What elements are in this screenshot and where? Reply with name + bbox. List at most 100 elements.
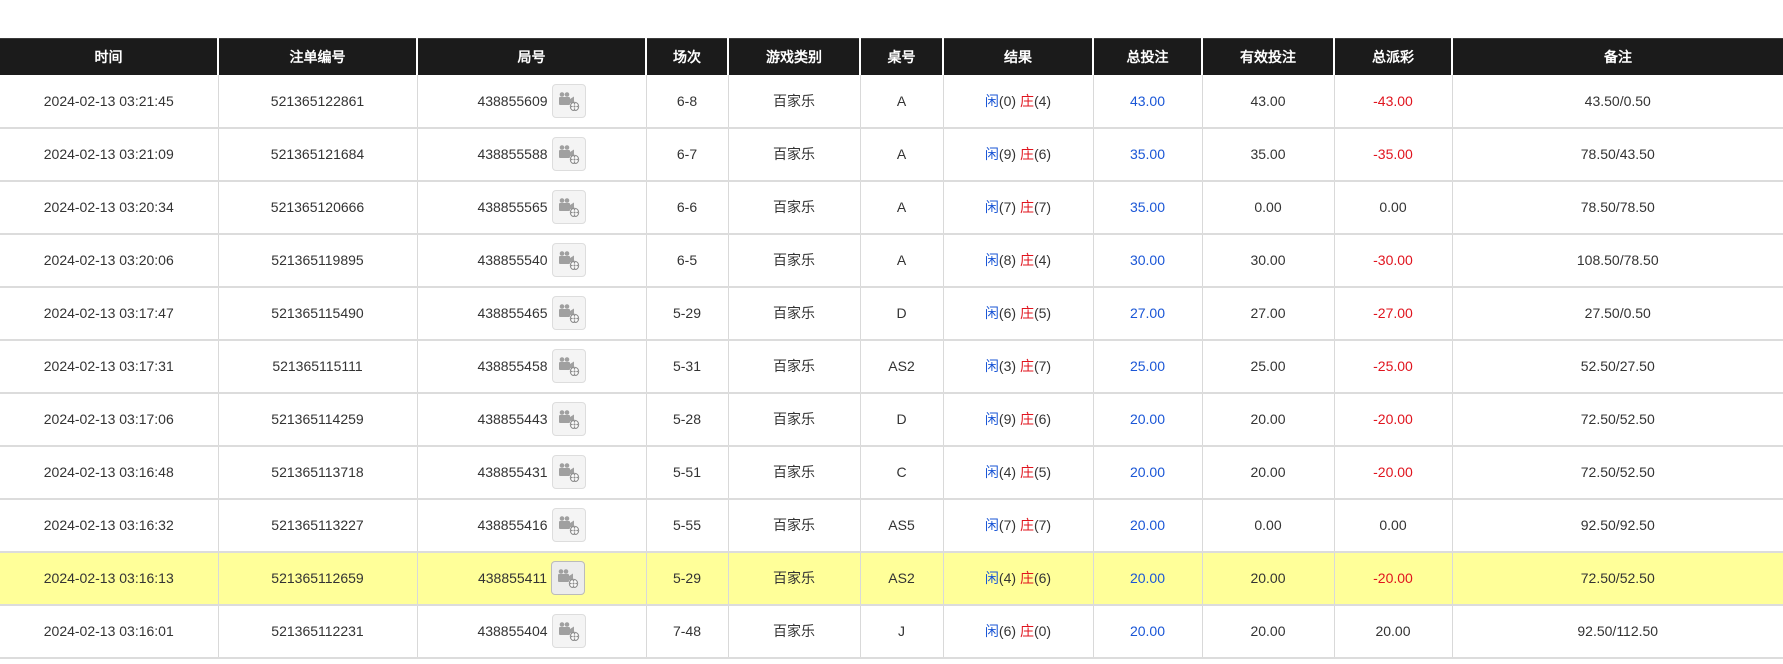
cell-total-bet: 20.00 xyxy=(1092,498,1202,553)
replay-button[interactable] xyxy=(551,296,586,330)
cell-round: 438855540 xyxy=(416,233,646,288)
cell-bet-id: 521365122861 xyxy=(217,74,417,129)
column-header-total-bet: 总投注 xyxy=(1092,38,1202,75)
banker-label: 庄 xyxy=(1019,199,1034,215)
cell-payout: -27.00 xyxy=(1333,286,1452,341)
cell-table: D xyxy=(859,392,943,447)
table-number-text: A xyxy=(896,92,907,109)
round-text: 438855609 xyxy=(477,92,548,109)
session-text: 5-29 xyxy=(672,305,702,321)
cell-time: 2024-02-13 03:21:45 xyxy=(0,74,218,129)
total-bet-text: 27.00 xyxy=(1129,305,1166,321)
video-camera-icon xyxy=(558,622,579,641)
total-bet-text: 20.00 xyxy=(1129,570,1166,586)
total-bet-text: 25.00 xyxy=(1129,358,1166,374)
payout-text: 0.00 xyxy=(1379,517,1407,533)
replay-button[interactable] xyxy=(551,508,586,542)
round-wrap: 438855588 xyxy=(477,137,586,171)
player-score: (6) xyxy=(998,305,1017,321)
player-score: (4) xyxy=(998,464,1017,480)
round-wrap: 438855465 xyxy=(477,296,586,330)
table-row: 2024-02-13 03:20:34 521365120666 4388555… xyxy=(0,180,1783,235)
session-text: 6-8 xyxy=(676,92,698,109)
replay-button[interactable] xyxy=(551,137,586,171)
replay-button[interactable] xyxy=(551,190,586,224)
cell-result: 闲(0) 庄(4) xyxy=(942,74,1093,129)
replay-button[interactable] xyxy=(551,455,586,489)
game-text: 百家乐 xyxy=(773,623,815,639)
session-text: 5-29 xyxy=(672,570,702,586)
cell-table: AS5 xyxy=(859,498,943,553)
column-header-bet-id: 注单编号 xyxy=(217,38,417,75)
banker-score: (5) xyxy=(1033,464,1052,480)
replay-button[interactable] xyxy=(551,561,586,595)
replay-button[interactable] xyxy=(551,402,586,436)
session-text: 5-55 xyxy=(672,517,702,533)
top-spacer xyxy=(0,0,1783,38)
total-bet-text: 20.00 xyxy=(1129,517,1166,533)
cell-game: 百家乐 xyxy=(727,74,860,129)
cell-session: 5-51 xyxy=(645,445,728,500)
video-camera-icon xyxy=(558,198,579,217)
table-row: 2024-02-13 03:17:47 521365115490 4388554… xyxy=(0,286,1783,341)
cell-result: 闲(4) 庄(6) xyxy=(942,551,1093,606)
valid-bet-text: 0.00 xyxy=(1254,199,1282,215)
cell-table: A xyxy=(859,233,943,288)
table-row: 2024-02-13 03:17:06 521365114259 4388554… xyxy=(0,392,1783,447)
cell-game: 百家乐 xyxy=(727,339,860,394)
banker-score: (7) xyxy=(1033,199,1052,215)
table-number-text: C xyxy=(896,464,907,480)
player-label: 闲 xyxy=(984,464,999,480)
cell-game: 百家乐 xyxy=(727,498,860,553)
cell-bet-id: 521365112659 xyxy=(217,551,417,606)
player-label: 闲 xyxy=(984,199,999,215)
cell-session: 6-5 xyxy=(645,233,728,288)
total-bet-text: 30.00 xyxy=(1129,252,1166,268)
banker-label: 庄 xyxy=(1019,411,1034,427)
cell-valid-bet: 20.00 xyxy=(1201,392,1334,447)
table-row: 2024-02-13 03:16:48 521365113718 4388554… xyxy=(0,445,1783,500)
table-number-text: AS2 xyxy=(888,570,915,586)
column-header-result: 结果 xyxy=(942,38,1093,75)
bet-id-text: 521365113227 xyxy=(271,517,364,533)
total-bet-text: 20.00 xyxy=(1129,623,1166,639)
replay-button[interactable] xyxy=(551,243,586,277)
player-score: (9) xyxy=(998,146,1017,162)
replay-button[interactable] xyxy=(551,614,586,648)
time-text: 2024-02-13 03:16:13 xyxy=(43,570,174,586)
round-text: 438855565 xyxy=(477,199,548,215)
banker-label: 庄 xyxy=(1019,305,1034,321)
cell-time: 2024-02-13 03:17:31 xyxy=(0,339,218,394)
cell-result: 闲(9) 庄(6) xyxy=(942,392,1093,447)
banker-score: (0) xyxy=(1033,623,1052,639)
session-text: 5-31 xyxy=(672,358,702,374)
replay-button[interactable] xyxy=(551,83,586,118)
player-label: 闲 xyxy=(984,358,999,374)
cell-round: 438855588 xyxy=(416,127,646,182)
cell-session: 7-48 xyxy=(645,604,728,659)
table-row: 2024-02-13 03:16:01 521365112231 4388554… xyxy=(0,604,1783,659)
column-header-note: 备注 xyxy=(1451,38,1783,75)
session-text: 6-5 xyxy=(676,252,698,268)
table-body: 2024-02-13 03:21:45 521365122861 4388556… xyxy=(0,74,1783,659)
player-label: 闲 xyxy=(984,305,999,321)
replay-button[interactable] xyxy=(551,349,586,383)
cell-payout: -43.00 xyxy=(1333,74,1452,129)
round-wrap: 438855404 xyxy=(477,614,586,648)
player-score: (9) xyxy=(998,411,1017,427)
bet-id-text: 521365119895 xyxy=(271,252,364,268)
total-bet-text: 20.00 xyxy=(1129,464,1166,480)
game-text: 百家乐 xyxy=(773,305,815,321)
cell-note: 72.50/52.50 xyxy=(1451,392,1783,447)
cell-round: 438855431 xyxy=(416,445,646,500)
cell-payout: -20.00 xyxy=(1333,445,1452,500)
cell-note: 43.50/0.50 xyxy=(1451,74,1783,129)
cell-note: 92.50/112.50 xyxy=(1451,604,1783,659)
cell-session: 6-8 xyxy=(645,74,728,129)
table-row: 2024-02-13 03:17:31 521365115111 4388554… xyxy=(0,339,1783,394)
game-text: 百家乐 xyxy=(773,92,815,109)
valid-bet-text: 27.00 xyxy=(1250,305,1286,321)
valid-bet-text: 43.00 xyxy=(1250,92,1286,109)
cell-round: 438855411 xyxy=(416,551,646,606)
cell-note: 92.50/92.50 xyxy=(1451,498,1783,553)
